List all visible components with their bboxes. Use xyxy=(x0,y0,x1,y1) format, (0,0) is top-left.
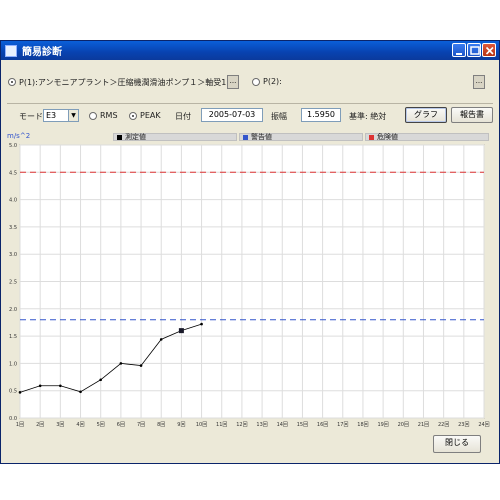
x-tick-label: 24回 xyxy=(478,422,489,428)
x-tick-label: 21回 xyxy=(418,422,429,428)
basis-label: 基準: 絶対 xyxy=(349,112,387,121)
point1-label: P(1):アンモニアプラント＞圧縮機潤滑油ポンプ１＞軸受1[V] xyxy=(19,78,239,87)
data-point xyxy=(18,391,22,394)
x-tick-label: 11回 xyxy=(216,422,227,428)
chevron-down-icon[interactable]: ▼ xyxy=(68,110,78,121)
close-button[interactable]: 閉じる xyxy=(433,435,481,453)
divider xyxy=(7,103,493,104)
mode-select[interactable]: E3 ▼ xyxy=(43,109,79,122)
amplitude-field[interactable]: 1.5950 xyxy=(301,108,341,122)
x-tick-label: 22回 xyxy=(438,422,449,428)
y-tick-label: 5.0 xyxy=(9,143,17,149)
x-tick-label: 3回 xyxy=(56,422,64,428)
x-tick-label: 6回 xyxy=(117,422,125,428)
minimize-button[interactable] xyxy=(452,43,466,57)
point2-radio[interactable] xyxy=(252,78,260,86)
x-tick-label: 12回 xyxy=(236,422,247,428)
x-tick-label: 17回 xyxy=(337,422,348,428)
graph-button[interactable]: グラフ xyxy=(405,107,447,123)
diagnosis-window: 簡易診断 P(1):アンモニアプラント＞圧縮機潤滑油ポンプ１＞軸受1[V] ..… xyxy=(0,40,500,464)
data-point xyxy=(79,390,82,394)
mode-label: モード xyxy=(19,112,43,121)
x-tick-label: 5回 xyxy=(97,422,105,428)
controls-row: モード E3 ▼ RMS PEAK 日付 2005-07-03 振幅 1.595… xyxy=(1,107,499,127)
data-point xyxy=(119,362,123,365)
y-tick-label: 0.5 xyxy=(9,389,17,395)
x-tick-label: 16回 xyxy=(317,422,328,428)
x-tick-label: 10回 xyxy=(196,422,207,428)
rms-radio[interactable] xyxy=(89,112,97,120)
peak-label: PEAK xyxy=(140,111,161,120)
y-tick-label: 2.5 xyxy=(9,280,17,286)
x-tick-label: 8回 xyxy=(157,422,165,428)
x-tick-label: 2回 xyxy=(36,422,44,428)
data-point xyxy=(159,338,163,341)
point1-browse-button[interactable]: ... xyxy=(227,75,239,89)
peak-radio[interactable] xyxy=(129,112,137,120)
y-tick-label: 1.5 xyxy=(9,334,17,340)
data-point xyxy=(99,378,102,382)
x-tick-label: 18回 xyxy=(357,422,368,428)
trend-chart: m/s^2 測定値 警告値 危険値 1回 2回 3回 4回 5回 6回 7回 8回 9回 10回 1… xyxy=(1,131,499,433)
x-tick-label: 13回 xyxy=(256,422,267,428)
y-tick-label: 4.5 xyxy=(9,170,17,176)
point2-browse-button[interactable]: ... xyxy=(473,75,485,89)
maximize-icon xyxy=(470,46,480,55)
maximize-button[interactable] xyxy=(467,43,481,57)
app-icon xyxy=(5,44,17,57)
rms-label: RMS xyxy=(100,111,118,120)
x-tick-label: 9回 xyxy=(177,422,185,428)
amplitude-label: 振幅 xyxy=(271,112,287,121)
date-label: 日付 xyxy=(175,112,191,121)
data-point xyxy=(59,384,62,388)
point-selection-row: P(1):アンモニアプラント＞圧縮機潤滑油ポンプ１＞軸受1[V] ... P(2… xyxy=(1,68,499,96)
data-point xyxy=(139,364,143,367)
point1-radio[interactable] xyxy=(8,78,16,86)
title-bar[interactable]: 簡易診断 xyxy=(1,41,499,60)
report-button[interactable]: 報告書 xyxy=(451,107,493,123)
x-tick-label: 4回 xyxy=(76,422,84,428)
x-tick-label: 15回 xyxy=(297,422,308,428)
mode-value: E3 xyxy=(46,111,57,120)
chart-plot: 1回 2回 3回 4回 5回 6回 7回 8回 9回 10回 11回 12回 13回 14回 15回 16回 1… xyxy=(9,143,490,428)
x-tick-label: 20回 xyxy=(398,422,409,428)
y-tick-label: 3.0 xyxy=(9,252,17,258)
minimize-icon xyxy=(456,53,462,55)
selected-point-marker xyxy=(178,328,184,334)
y-tick-label: 4.0 xyxy=(9,198,17,204)
close-window-button[interactable] xyxy=(482,43,496,57)
data-point xyxy=(200,322,203,326)
x-tick-label: 23回 xyxy=(458,422,469,428)
y-tick-label: 2.0 xyxy=(9,307,17,313)
point2-label: P(2): xyxy=(263,77,282,86)
y-tick-label: 3.5 xyxy=(9,225,17,231)
x-tick-label: 19回 xyxy=(377,422,388,428)
data-point xyxy=(38,384,42,388)
x-tick-label: 1回 xyxy=(16,422,24,428)
x-tick-label: 7回 xyxy=(137,422,145,428)
x-tick-label: 14回 xyxy=(277,422,288,428)
window-title: 簡易診断 xyxy=(22,47,62,58)
date-field[interactable]: 2005-07-03 xyxy=(201,108,263,122)
y-tick-label: 0.0 xyxy=(9,416,17,422)
close-icon xyxy=(485,46,494,55)
y-tick-label: 1.0 xyxy=(9,361,17,367)
